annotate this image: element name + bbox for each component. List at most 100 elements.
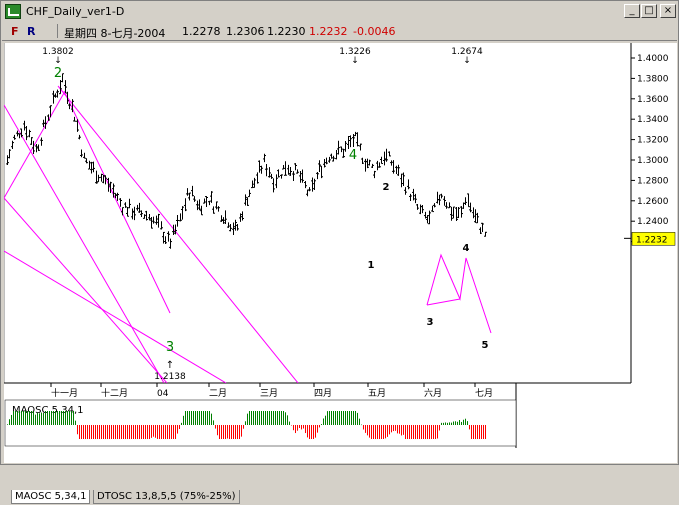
histogram-bar <box>449 422 450 425</box>
quote-toolbar: F R 星期四 8-七月-2004 1.2278 1.2306 1.2230 1… <box>2 22 677 41</box>
time-axis: 十一月 十二月 04 二月 三月 四月 五月 六月 七月 <box>50 383 493 399</box>
histogram-bar <box>249 411 250 425</box>
time-tick-label: 十二月 <box>101 387 128 399</box>
quote-change: -0.0046 <box>353 25 396 38</box>
histogram-bar <box>217 425 218 436</box>
histogram-bar <box>293 425 294 431</box>
histogram-bar <box>273 411 274 425</box>
time-tick-label: 三月 <box>260 388 278 399</box>
histogram-bar <box>117 425 118 439</box>
histogram-bar <box>411 425 412 439</box>
histogram-bar <box>153 425 154 437</box>
f-button[interactable]: F <box>11 25 19 38</box>
histogram-bar <box>15 411 16 425</box>
histogram-bar <box>253 411 254 425</box>
histogram-bar <box>365 425 366 433</box>
histogram-bar <box>345 411 346 425</box>
title-bar[interactable]: CHF_Daily_ver1-D _ □ × <box>2 2 677 21</box>
quote-date: 星期四 8-七月-2004 <box>64 27 166 40</box>
chart-window: CHF_Daily_ver1-D _ □ × F R 星期四 8-七月-2004… <box>0 0 679 505</box>
histogram-bar <box>161 425 162 439</box>
histogram-bar <box>459 420 460 425</box>
maximize-button[interactable]: □ <box>641 4 657 18</box>
price-chart[interactable]: 1.4000 1.3800 1.3600 1.3400 1.3200 1.3000 1.28… <box>4 43 677 448</box>
wave-label-minor-4: 4 <box>463 243 470 254</box>
time-tick-label: 04 <box>157 389 169 399</box>
trend-line-2-3[interactable] <box>63 90 171 314</box>
histogram-bar <box>199 411 200 425</box>
histogram-bar <box>267 411 268 425</box>
histogram-bar <box>347 411 348 425</box>
histogram-bar <box>377 425 378 439</box>
histogram-bar <box>403 425 404 435</box>
histogram-bar <box>57 411 58 425</box>
histogram-bar <box>145 425 146 439</box>
channel-line-lower-2[interactable] <box>4 250 227 383</box>
histogram-bar <box>201 411 202 425</box>
histogram-bar <box>429 425 430 439</box>
histogram-bar <box>471 425 472 439</box>
histogram-bar <box>231 425 232 439</box>
ohlc-bars <box>6 73 487 249</box>
histogram-bar <box>83 425 84 439</box>
histogram-bar <box>465 418 466 425</box>
histogram-bar <box>19 411 20 425</box>
histogram-bar <box>99 425 100 439</box>
quote-open: 1.2278 <box>182 25 221 38</box>
wave-base-line[interactable] <box>426 298 461 306</box>
histogram-bar <box>155 425 156 438</box>
histogram-bar <box>305 425 306 434</box>
histogram-bar <box>97 425 98 439</box>
r-button[interactable]: R <box>27 25 35 38</box>
histogram-bar <box>141 425 142 439</box>
price-tick-label: 1.3800 <box>637 74 669 84</box>
histogram-bar <box>69 411 70 425</box>
histogram-bar <box>321 424 322 425</box>
histogram-bar <box>355 411 356 425</box>
histogram-bar <box>129 425 130 439</box>
channel-line-upper[interactable] <box>4 104 165 383</box>
histogram-bar <box>59 411 60 425</box>
histogram-bar <box>173 425 174 439</box>
channel-line-upper-2[interactable] <box>57 85 299 383</box>
histogram-bar <box>323 418 324 425</box>
histogram-bar <box>399 425 400 434</box>
wave-annotations: 1.3802↓1.3226↓1.2674↓↑1.213823412345 <box>42 47 488 382</box>
histogram-bar <box>421 425 422 439</box>
tab-maosc[interactable]: MAOSC 5,34,1 <box>11 490 91 504</box>
histogram-bar <box>277 411 278 425</box>
high-arrow-3: ↓ <box>463 56 471 66</box>
wave-lines-minor[interactable] <box>426 253 492 334</box>
channel-line-lower[interactable] <box>4 197 168 383</box>
histogram-bar <box>415 425 416 439</box>
histogram-bar <box>485 425 486 439</box>
histogram-bar <box>87 425 88 439</box>
histogram-bar <box>289 421 290 425</box>
price-tick-label: 1.4000 <box>637 54 669 64</box>
histogram-bar <box>105 425 106 439</box>
tab-dtosc[interactable]: DTOSC 13,8,5,5 (75%-25%) <box>93 490 240 504</box>
histogram-bar <box>71 411 72 425</box>
chart-area[interactable]: 1.4000 1.3800 1.3600 1.3400 1.3200 1.3000 1.28… <box>4 43 679 505</box>
minimize-button[interactable]: _ <box>624 4 640 18</box>
histogram-bar <box>115 425 116 439</box>
histogram-bar <box>261 411 262 425</box>
histogram-bar <box>247 413 248 425</box>
histogram-bar <box>281 411 282 425</box>
histogram-bar <box>17 411 18 425</box>
histogram-bar <box>299 425 300 429</box>
histogram-bar <box>237 425 238 439</box>
histogram-bar <box>467 421 468 425</box>
histogram-bar <box>287 415 288 425</box>
histogram-bar <box>157 425 158 439</box>
histogram-bar <box>395 425 396 431</box>
histogram-bar <box>407 425 408 439</box>
histogram-bar <box>123 425 124 439</box>
histogram-bar <box>11 414 12 425</box>
histogram-bar <box>79 425 80 439</box>
histogram-bar <box>481 425 482 439</box>
histogram-bar <box>215 425 216 429</box>
histogram-bar <box>361 424 362 426</box>
close-button[interactable]: × <box>660 4 676 18</box>
histogram-bar <box>31 411 32 425</box>
